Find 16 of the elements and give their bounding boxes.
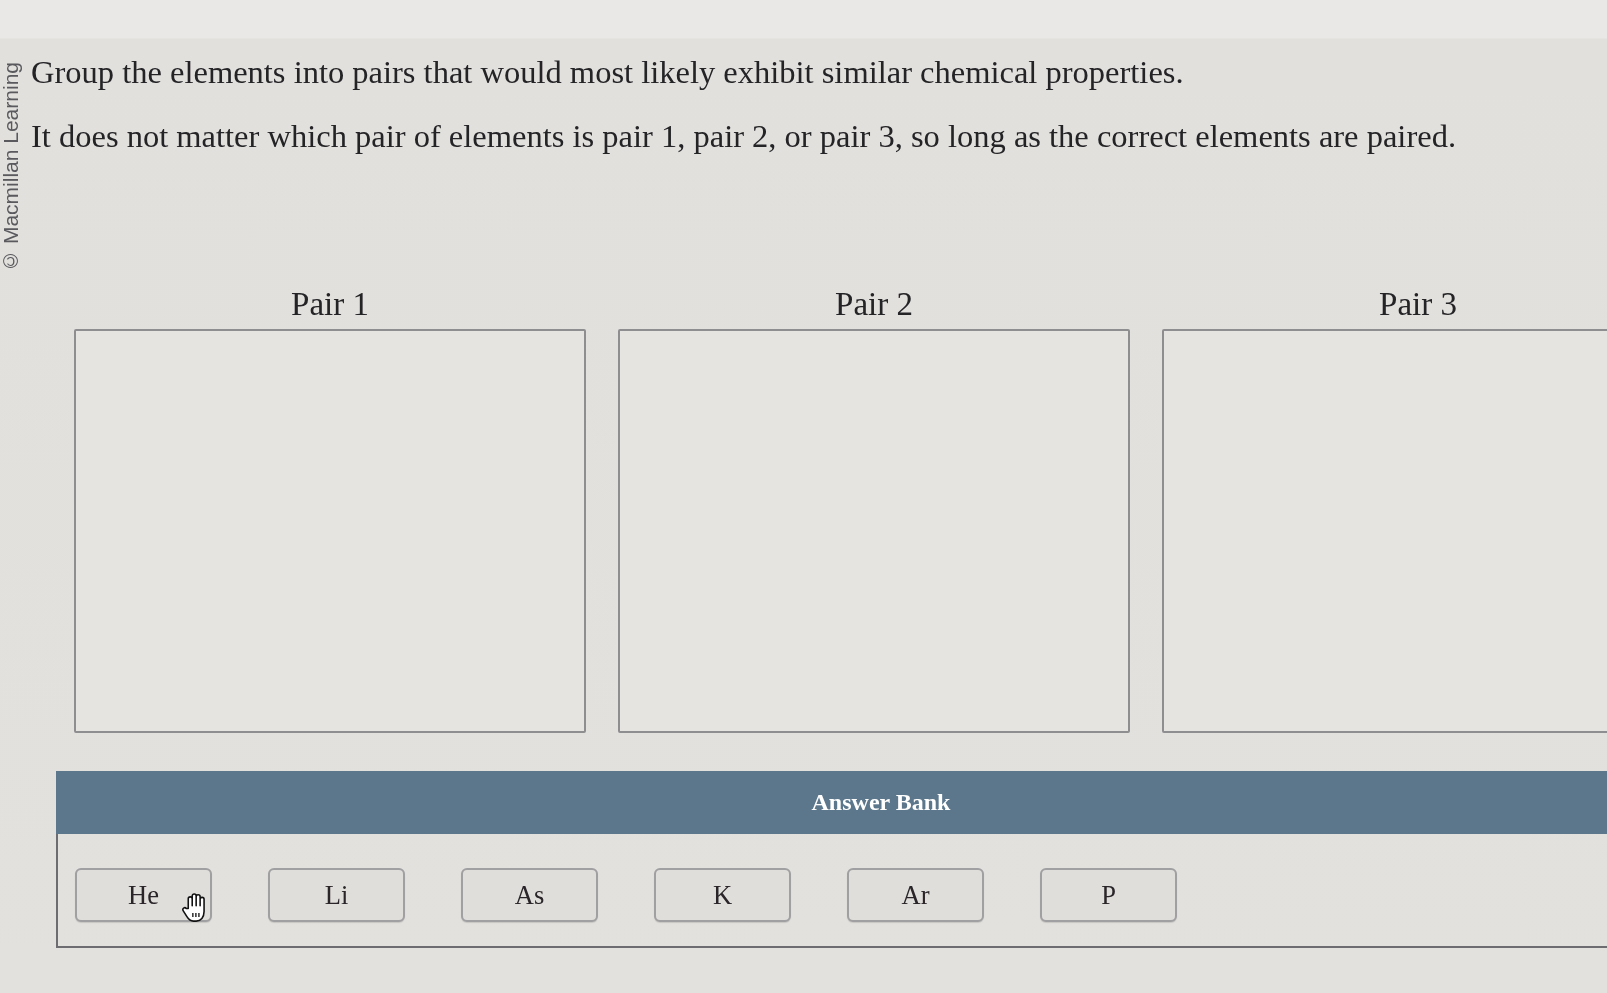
drop-zone[interactable] [74, 329, 586, 733]
element-tile[interactable]: As [461, 868, 598, 922]
copyright-notice: © Macmillan Learning [0, 62, 21, 273]
element-tile[interactable]: Ar [847, 868, 984, 922]
drop-zone[interactable] [1162, 329, 1607, 733]
element-tile[interactable]: K [654, 868, 791, 922]
pair-heading: Pair 2 [835, 285, 913, 323]
drop-zone[interactable] [618, 329, 1130, 733]
element-tile[interactable]: Li [268, 868, 405, 922]
element-tile[interactable]: He [75, 868, 212, 922]
answer-bank-title: Answer Bank [811, 789, 951, 816]
pair-heading: Pair 3 [1379, 285, 1457, 323]
element-tile[interactable]: P [1040, 868, 1177, 922]
pair-heading: Pair 1 [291, 285, 369, 323]
instruction-text: Group the elements into pairs that would most likely exhibit similar chemical properties. [31, 53, 1185, 91]
instruction-text: It does not matter which pair of elements is pair 1, pair 2, or pair 3, so long as the correct elements are paired. [31, 117, 1457, 155]
